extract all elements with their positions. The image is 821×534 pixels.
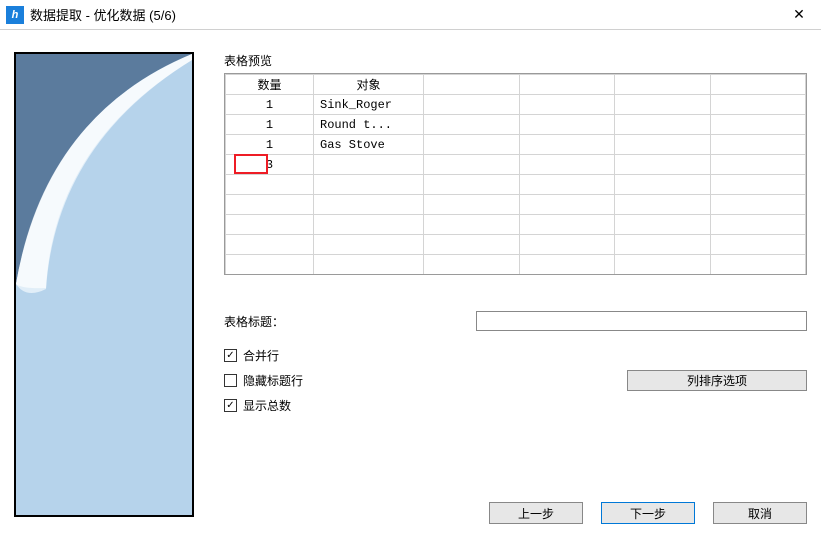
table-total-row[interactable]: 3 [226, 155, 806, 175]
table-row[interactable]: 1 Gas Stove [226, 135, 806, 155]
merge-rows-checkbox[interactable]: ✓ [224, 349, 237, 362]
close-icon[interactable]: ✕ [777, 0, 821, 30]
cell-total-obj[interactable] [314, 155, 424, 175]
show-total-checkbox[interactable]: ✓ [224, 399, 237, 412]
table-title-input[interactable] [476, 311, 807, 331]
cell-qty[interactable]: 1 [226, 115, 314, 135]
column-sort-button[interactable]: 列排序选项 [627, 370, 807, 391]
cell-total-qty[interactable]: 3 [226, 155, 314, 175]
table-header-row: 数量 对象 [226, 75, 806, 95]
page-preview [14, 52, 194, 517]
next-button[interactable]: 下一步 [601, 502, 695, 524]
hide-header-checkbox[interactable] [224, 374, 237, 387]
cell-obj[interactable]: Sink_Roger [314, 95, 424, 115]
table-preview-label: 表格预览 [224, 52, 807, 69]
merge-rows-label: 合并行 [243, 347, 279, 364]
col-header-qty[interactable]: 数量 [226, 75, 314, 95]
hide-header-label: 隐藏标题行 [243, 372, 303, 389]
table-title-label: 表格标题： [224, 313, 476, 330]
title-bar: h 数据提取 - 优化数据 (5/6) ✕ [0, 0, 821, 30]
table-row[interactable]: 1 Round t... [226, 115, 806, 135]
preview-table[interactable]: 数量 对象 1 Sink_Roger 1 Round t... 1 Gas St… [224, 73, 807, 275]
cell-obj[interactable]: Gas Stove [314, 135, 424, 155]
prev-button[interactable]: 上一步 [489, 502, 583, 524]
highlight-box [234, 154, 268, 174]
app-icon: h [6, 6, 24, 24]
table-row[interactable]: 1 Sink_Roger [226, 95, 806, 115]
cell-qty[interactable]: 1 [226, 95, 314, 115]
show-total-label: 显示总数 [243, 397, 291, 414]
cell-obj[interactable]: Round t... [314, 115, 424, 135]
window-title: 数据提取 - 优化数据 (5/6) [30, 5, 777, 24]
cell-qty[interactable]: 1 [226, 135, 314, 155]
col-header-obj[interactable]: 对象 [314, 75, 424, 95]
cancel-button[interactable]: 取消 [713, 502, 807, 524]
